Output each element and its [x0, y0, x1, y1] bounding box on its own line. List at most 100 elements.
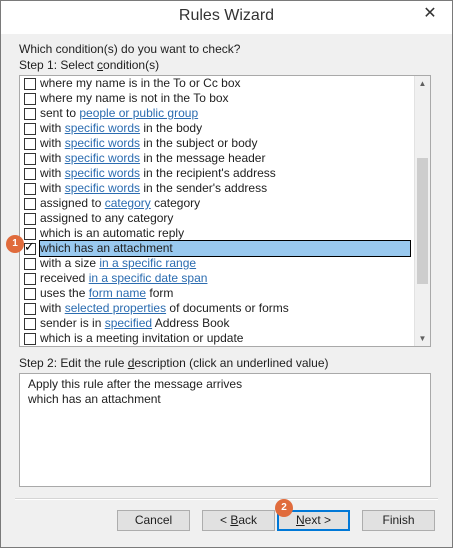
condition-text-after: in the body: [140, 121, 203, 135]
condition-row[interactable]: received in a specific date span: [20, 271, 415, 286]
condition-row[interactable]: uses the form name form: [20, 286, 415, 301]
back-button[interactable]: < Back: [202, 510, 275, 531]
description-line: which has an attachment: [28, 392, 161, 406]
condition-checkbox[interactable]: [24, 288, 36, 300]
description-line: Apply this rule after the message arrive…: [28, 377, 243, 391]
condition-text-before: received: [40, 271, 89, 285]
condition-text: assigned to category category: [40, 196, 200, 210]
condition-value-link[interactable]: selected properties: [65, 301, 166, 315]
step-badge-two: 2: [275, 499, 293, 517]
condition-checkbox[interactable]: [24, 138, 36, 150]
condition-text-after: in the message header: [140, 151, 266, 165]
condition-checkbox[interactable]: [24, 78, 36, 90]
condition-text-before: sender is in: [40, 316, 105, 330]
condition-text-after: in the subject or body: [140, 136, 258, 150]
cancel-button[interactable]: Cancel: [117, 510, 190, 531]
condition-value-link[interactable]: people or public group: [79, 106, 198, 120]
condition-text: with specific words in the body: [40, 121, 202, 135]
condition-checkbox[interactable]: [24, 108, 36, 120]
condition-value-link[interactable]: in a specific date span: [89, 271, 208, 285]
step-badge-one: 1: [6, 235, 24, 253]
dialog-title: Rules Wizard: [178, 7, 275, 24]
condition-checkbox[interactable]: [24, 213, 36, 225]
condition-row[interactable]: with specific words in the message heade…: [20, 151, 415, 166]
condition-checkbox[interactable]: [24, 303, 36, 315]
condition-row[interactable]: sender is in specified Address Book: [20, 316, 415, 331]
condition-row[interactable]: with specific words in the body: [20, 121, 415, 136]
dialog-body: Which condition(s) do you want to check?…: [1, 34, 452, 547]
condition-text-before: where my name is in the To or Cc box: [40, 76, 241, 90]
condition-text: with specific words in the subject or bo…: [40, 136, 257, 150]
condition-text-after: category: [150, 196, 201, 210]
condition-text: assigned to any category: [40, 211, 173, 225]
condition-row[interactable]: where my name is in the To or Cc box: [20, 76, 415, 91]
condition-value-link[interactable]: form name: [89, 286, 146, 300]
condition-row[interactable]: ✓ which has an attachment: [20, 239, 415, 257]
condition-value-link[interactable]: specific words: [65, 151, 140, 165]
condition-text: which is an automatic reply: [40, 226, 184, 240]
condition-checkbox[interactable]: [24, 153, 36, 165]
conditions-listbox[interactable]: where my name is in the To or Cc box wher…: [19, 75, 431, 347]
rules-wizard-dialog: Rules Wizard ✕ Which condition(s) do you…: [0, 0, 453, 548]
condition-value-link[interactable]: specified: [105, 316, 152, 330]
condition-checkbox[interactable]: [24, 183, 36, 195]
prompt-label: Which condition(s) do you want to check?: [19, 42, 241, 56]
condition-row[interactable]: with a size in a specific range: [20, 256, 415, 271]
condition-text: where my name is not in the To box: [40, 91, 229, 105]
condition-row[interactable]: with specific words in the recipient's a…: [20, 166, 415, 181]
condition-checkbox[interactable]: [24, 168, 36, 180]
condition-checkbox[interactable]: [24, 333, 36, 345]
rule-description-box[interactable]: Apply this rule after the message arrive…: [19, 373, 431, 487]
condition-text-before: with: [40, 301, 65, 315]
condition-row[interactable]: which is an automatic reply: [20, 226, 415, 241]
condition-checkbox[interactable]: [24, 93, 36, 105]
condition-checkbox[interactable]: [24, 258, 36, 270]
step1-label: Step 1: Select condition(s): [19, 58, 160, 72]
condition-checkbox[interactable]: [24, 198, 36, 210]
condition-text-before: assigned to: [40, 196, 105, 210]
scrollbar-thumb[interactable]: [417, 158, 428, 284]
condition-text-after: of documents or forms: [166, 301, 289, 315]
condition-text-before: with: [40, 121, 65, 135]
vertical-scrollbar[interactable]: ▲ ▼: [414, 76, 430, 346]
condition-value-link[interactable]: in a specific range: [99, 256, 196, 270]
condition-checkbox[interactable]: [24, 273, 36, 285]
condition-text: with specific words in the sender's addr…: [40, 181, 267, 195]
checkmark-icon: ✓: [24, 239, 35, 254]
condition-text-after: form: [146, 286, 174, 300]
condition-row[interactable]: where my name is not in the To box: [20, 91, 415, 106]
close-icon: ✕: [423, 5, 437, 22]
condition-text: received in a specific date span: [40, 271, 207, 285]
close-button[interactable]: ✕: [414, 1, 446, 25]
condition-row[interactable]: assigned to any category: [20, 211, 415, 226]
condition-checkbox[interactable]: [24, 318, 36, 330]
condition-row[interactable]: sent to people or public group: [20, 106, 415, 121]
finish-button[interactable]: Finish: [362, 510, 435, 531]
condition-value-link[interactable]: specific words: [65, 136, 140, 150]
condition-value-link[interactable]: specific words: [65, 121, 140, 135]
scroll-up-arrow-icon[interactable]: ▲: [415, 76, 430, 91]
scroll-down-arrow-icon[interactable]: ▼: [415, 331, 430, 346]
condition-row[interactable]: assigned to category category: [20, 196, 415, 211]
step2-label: Step 2: Edit the rule description (click…: [19, 356, 329, 370]
conditions-list: where my name is in the To or Cc box wher…: [20, 76, 415, 346]
condition-value-link[interactable]: specific words: [65, 181, 140, 195]
condition-text: with specific words in the recipient's a…: [40, 166, 276, 180]
condition-row[interactable]: with selected properties of documents or…: [20, 301, 415, 316]
condition-text-before: with: [40, 181, 65, 195]
condition-value-link[interactable]: specific words: [65, 166, 140, 180]
condition-text-after: in the sender's address: [140, 181, 268, 195]
condition-text: with selected properties of documents or…: [40, 301, 289, 315]
condition-text-before: with a size: [40, 256, 100, 270]
condition-checkbox[interactable]: ✓: [24, 239, 36, 255]
condition-text: sent to people or public group: [40, 106, 198, 120]
condition-text: uses the form name form: [40, 286, 173, 300]
condition-row[interactable]: with specific words in the sender's addr…: [20, 181, 415, 196]
condition-checkbox[interactable]: [24, 123, 36, 135]
condition-value-link[interactable]: category: [105, 196, 151, 210]
condition-text: which is a meeting invitation or update: [40, 331, 243, 345]
title-bar: Rules Wizard ✕: [1, 1, 452, 34]
condition-row[interactable]: which is a meeting invitation or update: [20, 331, 415, 346]
condition-row[interactable]: with specific words in the subject or bo…: [20, 136, 415, 151]
condition-text: where my name is in the To or Cc box: [40, 76, 241, 90]
